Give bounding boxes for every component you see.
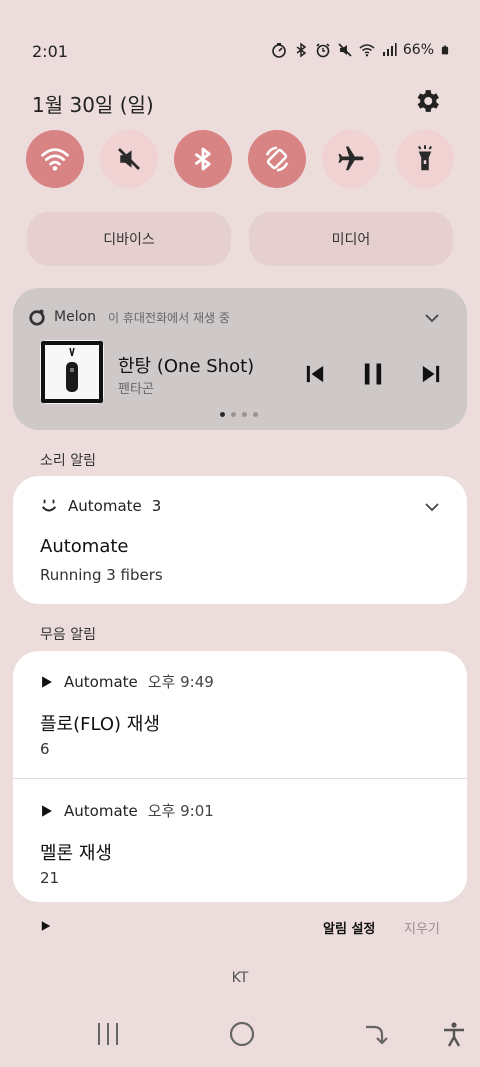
notification-title: 플로(FLO) 재생	[40, 714, 160, 735]
skip-previous-icon	[306, 365, 324, 383]
page-dot	[220, 412, 225, 417]
mute-icon	[338, 43, 352, 57]
silent-section-header: 무음 알림	[40, 627, 96, 643]
skip-next-icon	[422, 365, 440, 383]
airplane-toggle[interactable]	[322, 130, 380, 188]
notification-header: Automate 오후 9:01	[40, 800, 214, 821]
sound-section-header: 소리 알림	[40, 453, 96, 469]
bluetooth-icon	[296, 42, 307, 58]
media-output-button[interactable]: 미디어	[249, 212, 453, 266]
home-button[interactable]	[228, 1020, 256, 1052]
recent-apps-icon	[98, 1023, 118, 1045]
battery-icon	[441, 45, 449, 55]
page-dot	[231, 412, 236, 417]
wifi-toggle[interactable]	[26, 130, 84, 188]
wifi-icon	[41, 148, 69, 171]
notification-body: 21	[40, 869, 60, 887]
notification-settings-button[interactable]: 알림 설정	[323, 918, 375, 937]
song-artist: 펜타곤	[118, 382, 154, 397]
automate-smile-icon	[41, 499, 57, 512]
media-subtitle: 이 휴대전화에서 재생 중	[108, 310, 230, 325]
notification-title: Automate	[40, 536, 129, 557]
media-app-name: Melon	[54, 309, 97, 325]
notification-header: Automate 3	[40, 497, 161, 515]
mute-toggle[interactable]	[100, 130, 158, 188]
battery-percent: 66%	[402, 42, 434, 58]
play-icon	[42, 804, 52, 817]
next-button[interactable]	[417, 360, 445, 392]
devices-button[interactable]: 디바이스	[27, 212, 231, 266]
notification-body: Running 3 fibers	[40, 566, 163, 584]
back-button[interactable]	[362, 1020, 390, 1052]
page-dot	[253, 412, 258, 417]
pause-icon	[364, 363, 382, 385]
alarm-icon	[316, 43, 330, 58]
accessibility-button[interactable]	[440, 1020, 468, 1052]
notification-time: 오후 9:49	[147, 673, 214, 691]
date-label: 1월 30일 (일)	[32, 93, 154, 117]
bluetooth-toggle[interactable]	[174, 130, 232, 188]
play-icon[interactable]	[40, 920, 52, 932]
home-icon	[229, 1021, 255, 1047]
back-icon	[366, 1025, 388, 1045]
accessibility-icon	[444, 1022, 464, 1047]
signal-icon	[382, 43, 397, 56]
play-icon	[42, 675, 52, 688]
clear-all-button[interactable]: 지우기	[404, 918, 440, 937]
notification-app-name: Automate	[68, 497, 142, 515]
status-icons: 66%	[271, 42, 450, 58]
notification-title: 멜론 재생	[40, 843, 112, 864]
airplane-icon	[338, 146, 364, 171]
notification-app-name: Automate	[64, 672, 138, 691]
wifi-icon	[359, 44, 375, 57]
notification-count: 3	[151, 497, 162, 515]
melon-logo-icon	[29, 309, 45, 326]
album-art	[40, 340, 104, 404]
mute-icon	[118, 148, 140, 170]
carrier-label: KT	[231, 970, 249, 986]
flashlight-toggle[interactable]	[396, 130, 454, 188]
song-title: 한탕 (One Shot)	[118, 356, 255, 377]
media-page-indicator	[220, 412, 258, 417]
timer-icon	[272, 43, 286, 58]
album-art-image	[40, 340, 104, 404]
chevron-down-icon[interactable]	[422, 497, 442, 517]
notification-app-name: Automate	[64, 801, 138, 820]
pause-button[interactable]	[359, 360, 387, 392]
recent-apps-button[interactable]	[94, 1020, 122, 1052]
notification-body: 6	[40, 740, 50, 758]
media-app-header: Melon 이 휴대전화에서 재생 중	[28, 308, 230, 326]
notification-time: 오후 9:01	[147, 802, 214, 820]
flashlight-icon	[417, 145, 433, 171]
chevron-down-icon[interactable]	[422, 308, 442, 328]
auto-rotate-icon	[265, 146, 289, 172]
bluetooth-icon	[194, 147, 211, 171]
status-time: 2:01	[32, 42, 68, 61]
auto-rotate-toggle[interactable]	[248, 130, 306, 188]
gear-icon[interactable]	[412, 86, 442, 116]
notification-header: Automate 오후 9:49	[40, 671, 214, 692]
previous-button[interactable]	[301, 360, 329, 392]
page-dot	[242, 412, 247, 417]
